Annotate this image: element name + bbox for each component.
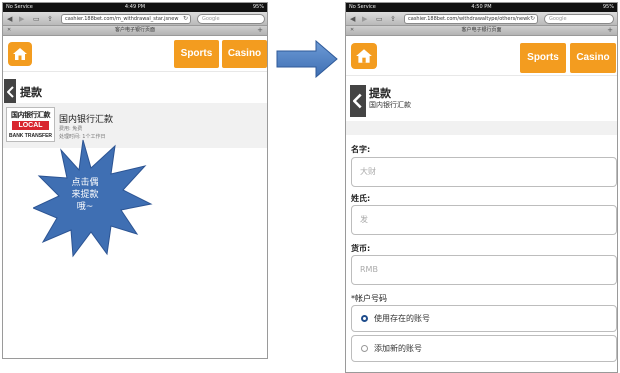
section-divider xyxy=(346,121,617,135)
search-input[interactable]: Google xyxy=(197,14,265,24)
tab-title[interactable]: 客户电子银行页面 xyxy=(3,26,267,35)
clock-text: 4:49 PM xyxy=(124,4,146,10)
status-bar: No Service 4:50 PM 95% xyxy=(346,3,617,12)
home-button[interactable] xyxy=(8,42,32,66)
site-header: Sports Casino xyxy=(346,36,617,76)
address-bar[interactable]: cashier.188bet.com/m_withdrawal_star.jsn… xyxy=(61,14,191,24)
last-name-label: 姓氏: xyxy=(351,194,371,203)
currency-field[interactable]: RMB xyxy=(351,255,617,285)
logo-text-top: 国内银行汇款 xyxy=(11,110,51,119)
tab-bar: ✕ 客户电子银行页面 + xyxy=(346,26,617,36)
callout-text: 点击偶 来提款 哦~ xyxy=(60,177,110,213)
callout-line-2: 来提款 xyxy=(71,190,99,200)
logo-text-local: LOCAL xyxy=(12,121,49,130)
new-tab-icon[interactable]: + xyxy=(257,26,263,35)
forward-nav-icon[interactable]: ▶ xyxy=(362,14,367,24)
bookmarks-icon[interactable]: ▭ xyxy=(376,14,383,24)
casino-button[interactable]: Casino xyxy=(570,43,616,73)
first-name-field[interactable]: 大财 xyxy=(351,157,617,187)
tab-title[interactable]: 客户电子银行页面 xyxy=(346,26,617,35)
bookmarks-icon[interactable]: ▭ xyxy=(33,14,40,24)
tab-bar: ✕ 客户电子银行页面 + xyxy=(3,26,267,36)
method-fee: 费用: 免费 xyxy=(59,126,83,132)
battery-text: 95% xyxy=(252,4,264,10)
arrow-right-icon xyxy=(276,40,338,78)
home-icon xyxy=(13,48,27,60)
clock-text: 4:50 PM xyxy=(471,4,492,10)
first-name-label: 名字: xyxy=(351,145,371,154)
back-nav-icon[interactable]: ◀ xyxy=(350,14,355,24)
radio-existing-label: 使用存在的账号 xyxy=(374,314,430,323)
status-bar: No Service 4:49 PM 95% xyxy=(3,3,267,12)
method-title[interactable]: 国内银行汇款 xyxy=(59,112,113,125)
share-icon[interactable]: ⇪ xyxy=(390,14,396,24)
radio-new-account[interactable]: 添加新的账号 xyxy=(351,335,617,362)
home-button[interactable] xyxy=(351,43,377,69)
radio-unselected-icon[interactable] xyxy=(361,345,368,352)
page-title: 提款 xyxy=(369,87,391,100)
back-nav-icon[interactable]: ◀ xyxy=(7,14,12,24)
radio-selected-icon[interactable] xyxy=(361,315,368,322)
back-chevron-icon xyxy=(353,93,362,109)
currency-label: 货币: xyxy=(351,244,371,253)
back-button[interactable] xyxy=(350,85,366,117)
search-input[interactable]: Google xyxy=(544,14,614,24)
forward-nav-icon[interactable]: ▶ xyxy=(19,14,24,24)
radio-existing-account[interactable]: 使用存在的账号 xyxy=(351,305,617,332)
new-tab-icon[interactable]: + xyxy=(607,26,613,35)
site-header: Sports Casino xyxy=(3,36,267,72)
local-bank-transfer-logo[interactable]: 国内银行汇款 LOCAL BANK TRANSFER xyxy=(6,107,55,142)
callout-line-3: 哦~ xyxy=(76,202,94,212)
back-button[interactable] xyxy=(4,79,16,105)
sports-button[interactable]: Sports xyxy=(520,43,566,73)
browser-toolbar: ◀ ▶ ▭ ⇪ cashier.188bet.com/withdrawaltyp… xyxy=(346,12,617,26)
share-icon[interactable]: ⇪ xyxy=(47,14,53,24)
last-name-field[interactable]: 发 xyxy=(351,205,617,235)
callout-line-1: 点击偶 xyxy=(71,178,99,188)
page-subtitle: 国内银行汇款 xyxy=(369,101,411,109)
left-screenshot: No Service 4:49 PM 95% ◀ ▶ ▭ ⇪ cashier.1… xyxy=(2,2,268,359)
battery-text: 95% xyxy=(602,4,614,10)
reload-icon[interactable]: ↻ xyxy=(183,14,188,24)
back-chevron-icon xyxy=(7,86,14,98)
home-icon xyxy=(356,49,372,63)
right-screenshot: No Service 4:50 PM 95% ◀ ▶ ▭ ⇪ cashier.1… xyxy=(345,2,618,373)
sports-button[interactable]: Sports xyxy=(174,40,219,68)
reload-icon[interactable]: ↻ xyxy=(530,14,535,24)
account-number-label: *帐户号码 xyxy=(351,294,387,303)
browser-toolbar: ◀ ▶ ▭ ⇪ cashier.188bet.com/m_withdrawal_… xyxy=(3,12,267,26)
radio-new-label: 添加新的账号 xyxy=(374,344,422,353)
address-bar[interactable]: cashier.188bet.com/withdrawaltype/others… xyxy=(404,14,538,24)
casino-button[interactable]: Casino xyxy=(222,40,267,68)
page-title: 提款 xyxy=(20,86,42,99)
